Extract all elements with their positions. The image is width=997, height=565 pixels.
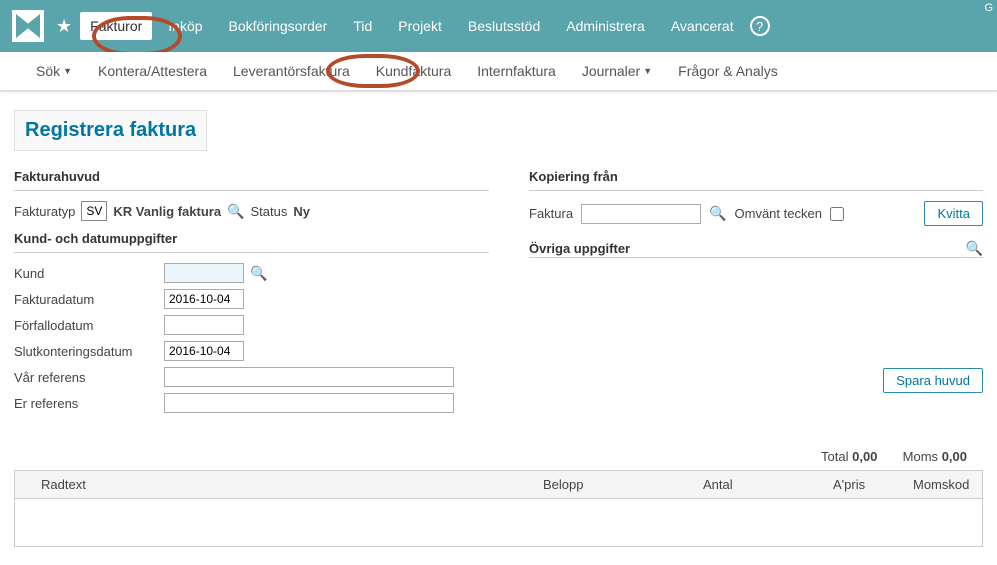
search-icon[interactable]: 🔍 xyxy=(966,240,983,257)
status-value: Ny xyxy=(293,204,310,219)
fakturatyp-desc: KR Vanlig faktura xyxy=(113,204,221,219)
subnav-journaler-label: Journaler xyxy=(582,63,640,79)
favorite-star-icon[interactable]: ★ xyxy=(56,16,72,37)
section-fakturahuvud: Fakturahuvud xyxy=(14,169,489,184)
section-kund-datum: Kund- och datumuppgifter xyxy=(14,231,489,246)
nav-bokforingsorder[interactable]: Bokföringsorder xyxy=(219,12,338,40)
sub-nav: Sök ▼ Kontera/Attestera Leverantörsfaktu… xyxy=(0,52,997,92)
content-area: Registrera faktura Fakturahuvud Fakturat… xyxy=(0,92,997,565)
slutkonteringsdatum-input[interactable] xyxy=(164,341,244,361)
fakturatyp-row: Fakturatyp KR Vanlig faktura 🔍 Status Ny xyxy=(14,201,489,221)
top-bar: ★ Fakturor Inköp Bokföringsorder Tid Pro… xyxy=(0,0,997,52)
main-nav: Fakturor Inköp Bokföringsorder Tid Proje… xyxy=(80,12,985,40)
subnav-journaler[interactable]: Journaler ▼ xyxy=(576,59,658,83)
app-logo[interactable] xyxy=(12,10,44,42)
fakturadatum-label: Fakturadatum xyxy=(14,292,164,307)
page-title: Registrera faktura xyxy=(14,110,207,151)
nav-projekt[interactable]: Projekt xyxy=(388,12,452,40)
subnav-fragor-analys[interactable]: Frågor & Analys xyxy=(672,59,784,83)
subnav-kontera-attestera[interactable]: Kontera/Attestera xyxy=(92,59,213,83)
fakturatyp-label: Fakturatyp xyxy=(14,204,75,219)
lines-table-header: Radtext Belopp Antal A'pris Momskod xyxy=(14,470,983,499)
search-icon[interactable]: 🔍 xyxy=(709,205,726,222)
forfallodatum-input[interactable] xyxy=(164,315,244,335)
nav-fakturor[interactable]: Fakturor xyxy=(80,12,152,40)
fakturatyp-code-input[interactable] xyxy=(81,201,107,221)
omvant-tecken-label: Omvänt tecken xyxy=(735,206,822,221)
faktura-input[interactable] xyxy=(581,204,701,224)
col-momskod[interactable]: Momskod xyxy=(913,477,974,492)
nav-administrera[interactable]: Administrera xyxy=(556,12,655,40)
search-icon[interactable]: 🔍 xyxy=(250,265,267,282)
moms-value: 0,00 xyxy=(942,449,967,464)
er-referens-label: Er referens xyxy=(14,396,164,411)
nav-avancerat[interactable]: Avancerat xyxy=(661,12,744,40)
col-belopp[interactable]: Belopp xyxy=(543,477,703,492)
fakturadatum-input[interactable] xyxy=(164,289,244,309)
kund-label: Kund xyxy=(14,266,164,281)
kund-input[interactable] xyxy=(164,263,244,283)
subnav-internfaktura[interactable]: Internfaktura xyxy=(471,59,562,83)
faktura-label: Faktura xyxy=(529,206,573,221)
col-antal[interactable]: Antal xyxy=(703,477,833,492)
total-value: 0,00 xyxy=(852,449,877,464)
caret-down-icon: ▼ xyxy=(643,66,652,76)
total-label: Total xyxy=(821,449,848,464)
subnav-sok-label: Sök xyxy=(36,63,60,79)
help-icon[interactable]: ? xyxy=(750,16,770,36)
er-referens-input[interactable] xyxy=(164,393,454,413)
slutkonteringsdatum-label: Slutkonteringsdatum xyxy=(14,344,164,359)
section-kopiering-fran: Kopiering från xyxy=(529,169,983,184)
lines-table-body[interactable] xyxy=(14,499,983,547)
top-right-indicator: G xyxy=(984,2,993,14)
status-label: Status xyxy=(251,204,288,219)
var-referens-input[interactable] xyxy=(164,367,454,387)
subnav-sok[interactable]: Sök ▼ xyxy=(30,59,78,83)
omvant-tecken-checkbox[interactable] xyxy=(830,207,844,221)
nav-tid[interactable]: Tid xyxy=(343,12,382,40)
section-ovriga-uppgifter: Övriga uppgifter xyxy=(529,241,630,256)
caret-down-icon: ▼ xyxy=(63,66,72,76)
nav-beslutsstod[interactable]: Beslutsstöd xyxy=(458,12,550,40)
kvitta-button[interactable]: Kvitta xyxy=(924,201,983,226)
spara-huvud-button[interactable]: Spara huvud xyxy=(883,368,983,393)
var-referens-label: Vår referens xyxy=(14,370,164,385)
moms-label: Moms xyxy=(903,449,938,464)
subnav-leverantorsfaktura[interactable]: Leverantörsfaktura xyxy=(227,59,356,83)
forfallodatum-label: Förfallodatum xyxy=(14,318,164,333)
col-radtext[interactable]: Radtext xyxy=(23,477,543,492)
totals-row: Total 0,00 Moms 0,00 xyxy=(14,443,983,470)
subnav-kundfaktura[interactable]: Kundfaktura xyxy=(370,59,458,83)
nav-inkop[interactable]: Inköp xyxy=(158,12,212,40)
col-apris[interactable]: A'pris xyxy=(833,477,913,492)
search-icon[interactable]: 🔍 xyxy=(227,203,244,220)
